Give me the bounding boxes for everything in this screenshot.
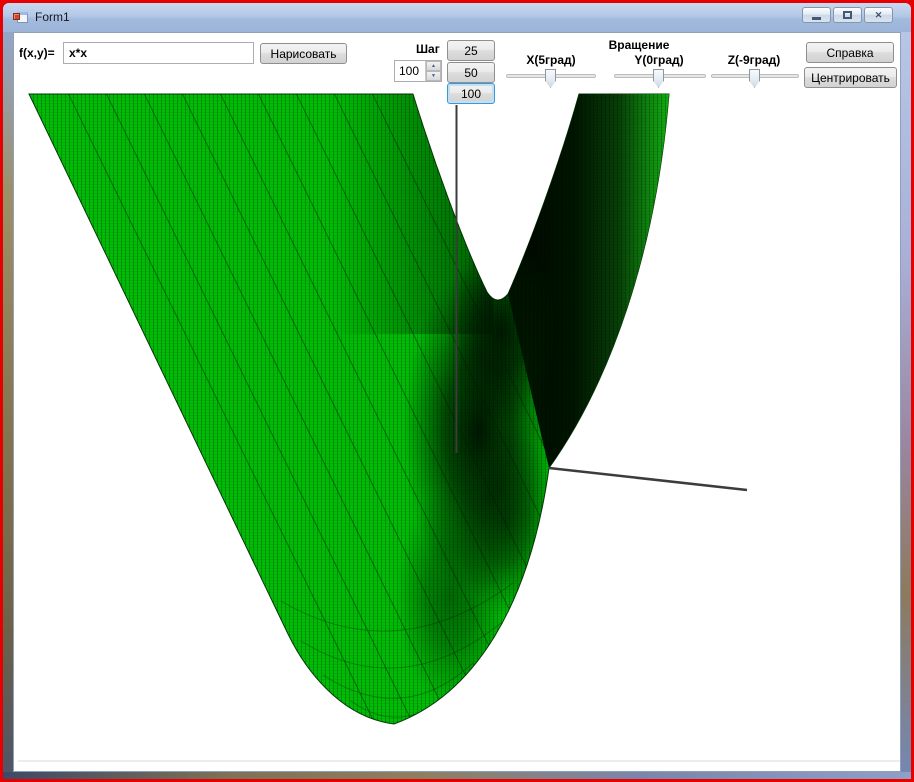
draw-button[interactable]: Нарисовать bbox=[260, 43, 347, 64]
rotation-label: Вращение bbox=[609, 38, 670, 52]
step-preset-100-button[interactable]: 100 bbox=[447, 83, 495, 104]
maximize-icon bbox=[843, 11, 852, 19]
window-frame-bottom bbox=[3, 772, 911, 779]
center-button[interactable]: Центрировать bbox=[804, 67, 897, 88]
close-button[interactable]: ✕ bbox=[864, 7, 893, 23]
minimize-button[interactable] bbox=[802, 7, 831, 23]
rotation-y-label: Y(0град) bbox=[634, 53, 683, 67]
rotation-z-label: Z(-9град) bbox=[728, 53, 781, 67]
step-label: Шаг bbox=[416, 42, 440, 56]
plot-canvas bbox=[14, 33, 902, 773]
form-app-icon bbox=[13, 9, 29, 25]
close-icon: ✕ bbox=[875, 11, 883, 20]
step-preset-25-button[interactable]: 25 bbox=[447, 40, 495, 61]
spinner-up-button[interactable]: ▲ bbox=[426, 61, 441, 71]
rotation-x-label: X(5град) bbox=[526, 53, 575, 67]
window-title: Form1 bbox=[35, 10, 70, 24]
title-bar: Form1 ✕ bbox=[3, 3, 911, 32]
function-label: f(x,y)= bbox=[19, 46, 55, 60]
function-input[interactable] bbox=[63, 42, 254, 64]
client-area: f(x,y)= Нарисовать Шаг 100 ▲ ▼ 25 50 100… bbox=[13, 32, 901, 772]
minimize-icon bbox=[812, 17, 821, 20]
step-preset-50-button[interactable]: 50 bbox=[447, 62, 495, 83]
spinner-down-icon: ▼ bbox=[431, 74, 436, 79]
step-value: 100 bbox=[395, 61, 425, 81]
step-updown[interactable]: 100 ▲ ▼ bbox=[394, 60, 442, 82]
help-button[interactable]: Справка bbox=[806, 42, 894, 63]
window-frame-left bbox=[3, 32, 13, 779]
spinner-down-button[interactable]: ▼ bbox=[426, 71, 441, 81]
maximize-button[interactable] bbox=[833, 7, 862, 23]
app-window: Form1 ✕ bbox=[3, 3, 911, 779]
spinner-up-icon: ▲ bbox=[431, 64, 436, 69]
window-frame-right bbox=[901, 32, 911, 779]
